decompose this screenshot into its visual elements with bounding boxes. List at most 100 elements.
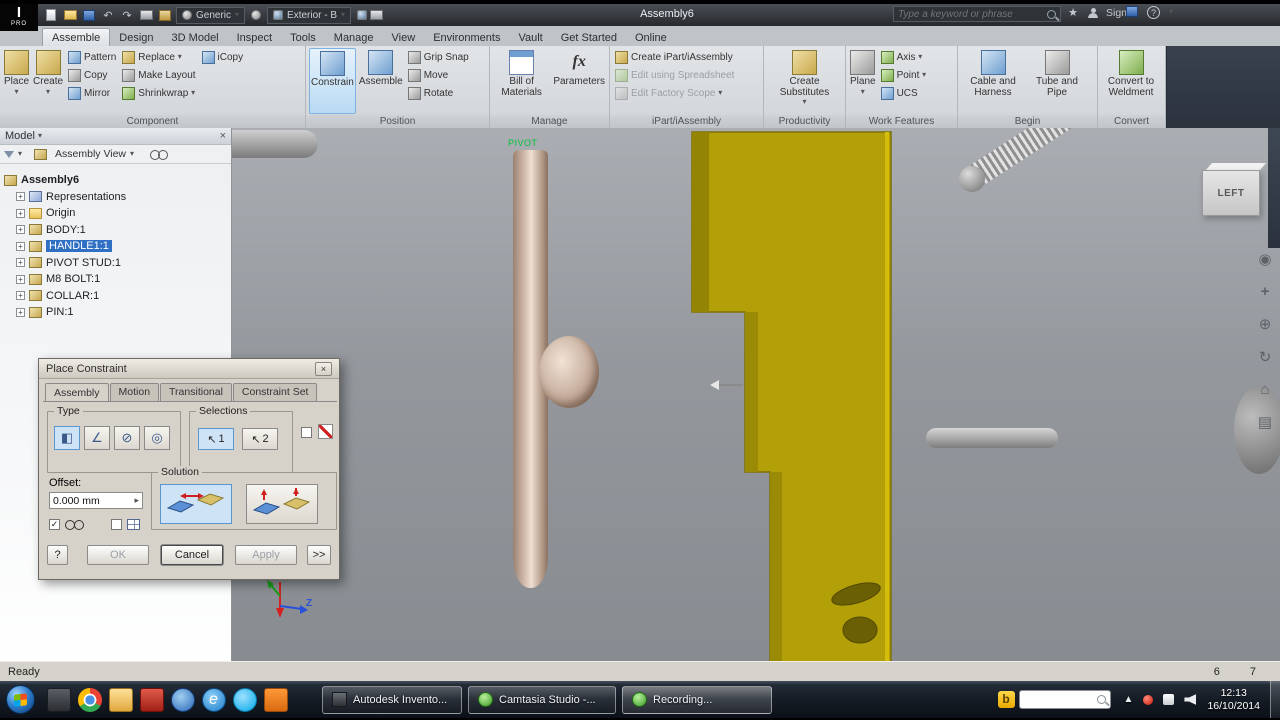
appearance-dropdown[interactable]: Exterior - B ▾ — [267, 6, 352, 24]
create-ipart-button[interactable]: Create iPart/iAssembly — [613, 48, 736, 66]
taskbar-clock[interactable]: 12:13 16/10/2014 — [1207, 687, 1260, 713]
home-button[interactable] — [158, 9, 172, 22]
help-search[interactable] — [893, 6, 1061, 22]
tree-item-origin[interactable]: + Origin — [4, 205, 231, 222]
navigation-wheel-icon[interactable]: ◉ — [1258, 250, 1271, 268]
tree-item-representations[interactable]: + Representations — [4, 189, 231, 206]
expand-icon[interactable]: + — [16, 225, 25, 235]
tab-design[interactable]: Design — [110, 29, 162, 46]
cable-harness-button[interactable]: Cable and Harness — [961, 48, 1025, 114]
browser-close-button[interactable]: × — [220, 130, 226, 142]
expand-icon[interactable]: + — [16, 208, 25, 218]
tab-3d-model[interactable]: 3D Model — [163, 29, 228, 46]
insert-type-button[interactable]: ◎ — [144, 426, 170, 450]
explorer-folder-icon[interactable] — [108, 687, 133, 712]
create-substitutes-button[interactable]: Create Substitutes ▾ — [767, 48, 842, 114]
expand-icon[interactable]: + — [16, 274, 25, 284]
taskbar-window-inventor[interactable]: Autodesk Invento... — [322, 685, 462, 714]
more-button[interactable]: >> — [307, 545, 331, 565]
tab-manage[interactable]: Manage — [325, 29, 383, 46]
flush-solution-button[interactable] — [246, 484, 318, 524]
minimize-ribbon-button[interactable]: ▾ — [1169, 6, 1173, 20]
recording-status-icon[interactable] — [1143, 694, 1154, 705]
tangent-type-button[interactable]: ⊘ — [114, 426, 140, 450]
volume-icon[interactable] — [1184, 694, 1197, 705]
tree-item-m8-bolt[interactable]: + M8 BOLT:1 — [4, 271, 231, 288]
tree-item-body[interactable]: + BODY:1 — [4, 222, 231, 239]
make-layout-button[interactable]: Make Layout — [120, 66, 197, 84]
rotate-button[interactable]: Rotate — [406, 84, 471, 102]
caret-down-icon[interactable]: ▾ — [18, 150, 22, 158]
part-body-yellow[interactable] — [686, 128, 898, 661]
viewport-scroll-strip[interactable] — [1268, 128, 1280, 248]
dialog-tab-constraint-set[interactable]: Constraint Set — [232, 383, 318, 402]
show-desktop-button[interactable] — [1270, 681, 1280, 718]
dialog-help-button[interactable]: ? — [47, 545, 68, 565]
part-pin[interactable] — [926, 428, 1058, 448]
expand-icon[interactable]: + — [16, 192, 25, 202]
taskbar-window-camtasia[interactable]: Camtasia Studio -... — [468, 685, 616, 714]
ucs-button[interactable]: UCS — [879, 84, 929, 102]
expand-icon[interactable]: + — [16, 291, 25, 301]
chrome-icon[interactable] — [77, 687, 102, 712]
start-button[interactable] — [6, 685, 35, 714]
tab-online[interactable]: Online — [626, 29, 676, 46]
filter-icon[interactable] — [4, 150, 14, 158]
viewcube[interactable]: LEFT — [1202, 170, 1260, 216]
tab-get-started[interactable]: Get Started — [552, 29, 626, 46]
mirror-button[interactable]: Mirror — [66, 84, 118, 102]
pinned-app-icon[interactable] — [46, 687, 71, 712]
tab-vault[interactable]: Vault — [509, 29, 551, 46]
tree-item-pin[interactable]: + PIN:1 — [4, 304, 231, 321]
tab-view[interactable]: View — [383, 29, 425, 46]
tab-assemble[interactable]: Assemble — [42, 28, 111, 46]
bill-of-materials-button[interactable]: Bill of Materials — [493, 48, 550, 114]
cancel-button[interactable]: Cancel — [161, 545, 223, 565]
pan-icon[interactable]: + — [1261, 283, 1270, 300]
view-settings-icon[interactable]: ▤ — [1258, 413, 1272, 431]
find-icon[interactable] — [150, 149, 169, 160]
grip-snap-button[interactable]: Grip Snap — [406, 48, 471, 66]
create-button[interactable]: Create ▾ — [32, 48, 64, 114]
dialog-tab-transitional[interactable]: Transitional — [160, 383, 232, 402]
apply-button[interactable]: Apply — [235, 545, 297, 565]
exchange-apps-button[interactable] — [1126, 6, 1138, 20]
tree-item-collar[interactable]: + COLLAR:1 — [4, 288, 231, 305]
pick-part-first-checkbox[interactable] — [301, 427, 312, 438]
undo-button[interactable]: ↶ — [101, 9, 115, 22]
internet-explorer-icon[interactable]: e — [201, 687, 226, 712]
tab-tools[interactable]: Tools — [281, 29, 325, 46]
ok-button[interactable]: OK — [87, 545, 149, 565]
expand-icon[interactable]: + — [16, 258, 25, 268]
part-collar[interactable] — [539, 336, 599, 408]
constrain-button[interactable]: Constrain — [309, 48, 356, 114]
redo-button[interactable]: ↷ — [120, 9, 134, 22]
print-button[interactable] — [139, 9, 153, 22]
taskbar-window-recording[interactable]: Recording... — [622, 685, 772, 714]
dialog-tab-assembly[interactable]: Assembly — [45, 383, 109, 402]
appearance-adjust-button[interactable] — [355, 9, 369, 22]
mate-type-button[interactable]: ◧ — [54, 426, 80, 450]
material-browser-button[interactable] — [249, 9, 263, 22]
edit-factory-scope-button[interactable]: Edit Factory Scope ▾ — [613, 84, 736, 102]
hidden-icons-button[interactable]: ▲ — [1124, 694, 1134, 705]
favorites-button[interactable]: ★ — [1066, 6, 1080, 19]
help-button[interactable]: ? — [1147, 6, 1160, 19]
mate-solution-button[interactable] — [160, 484, 232, 524]
new-file-button[interactable] — [44, 9, 58, 22]
flyout-arrow-icon[interactable]: ▸ — [134, 495, 139, 506]
first-selection-button[interactable]: ↖ 1 — [198, 428, 234, 450]
media-player-icon[interactable] — [170, 687, 195, 712]
measure-button[interactable] — [369, 9, 383, 22]
dialog-tab-motion[interactable]: Motion — [109, 383, 160, 402]
tree-item-assembly6[interactable]: Assembly6 — [4, 172, 231, 189]
limit-selection-icon[interactable] — [318, 424, 333, 439]
save-button[interactable] — [82, 9, 96, 22]
tab-inspect[interactable]: Inspect — [228, 29, 281, 46]
caret-down-icon[interactable]: ▾ — [130, 150, 134, 158]
caret-down-icon[interactable]: ▾ — [38, 132, 42, 140]
predict-offset-checkbox[interactable] — [111, 519, 122, 530]
preview-checkbox[interactable]: ✓ — [49, 519, 60, 530]
tray-search-box[interactable] — [1018, 690, 1111, 709]
expand-icon[interactable]: + — [16, 241, 25, 251]
